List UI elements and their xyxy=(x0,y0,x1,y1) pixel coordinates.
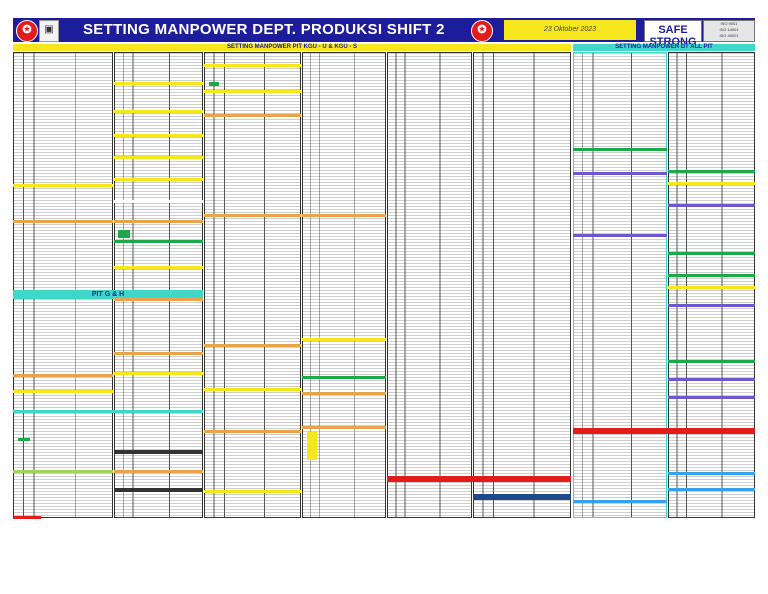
group-band xyxy=(204,64,301,67)
group-band xyxy=(118,230,130,238)
group-band xyxy=(573,148,667,151)
group-band xyxy=(13,516,41,519)
group-band xyxy=(204,388,301,391)
group-band xyxy=(204,430,301,433)
group-band xyxy=(114,220,203,223)
group-band xyxy=(204,344,301,347)
group-band xyxy=(204,214,301,217)
group-band xyxy=(668,472,755,475)
group-band xyxy=(307,432,317,460)
table-column xyxy=(668,52,755,518)
group-band xyxy=(204,90,301,93)
group-band xyxy=(573,172,667,175)
group-band xyxy=(114,134,203,137)
company-crest-icon: ▣ xyxy=(39,20,59,42)
group-band xyxy=(668,304,755,307)
group-band xyxy=(573,234,667,237)
table-column xyxy=(573,52,667,518)
group-band xyxy=(668,204,755,207)
group-band xyxy=(668,170,755,173)
group-band xyxy=(204,490,301,493)
table-column xyxy=(387,52,472,518)
group-band xyxy=(114,156,203,159)
section-title-pit-kgu: SETTING MANPOWER PIT KGU - U & KGU - S xyxy=(13,44,571,51)
group-band xyxy=(302,376,386,379)
group-band xyxy=(13,220,113,223)
group-band xyxy=(302,426,386,429)
group-band xyxy=(114,488,203,492)
group-band xyxy=(668,182,755,185)
table-column xyxy=(204,52,301,518)
safe-strong-logo: SAFE STRONG xyxy=(644,20,702,48)
section-title-dt-all-pit: SETTING MANPOWER DT ALL PIT xyxy=(573,44,755,51)
hse-badge-icon: ✪ xyxy=(471,20,493,42)
group-band xyxy=(204,114,301,117)
hse-badge-icon: ✪ xyxy=(16,20,38,42)
group-band xyxy=(114,470,203,473)
manpower-sheet: ✪ ▣ SETTING MANPOWER DEPT. PRODUKSI SHIF… xyxy=(13,18,755,520)
group-band xyxy=(668,274,755,277)
group-band xyxy=(114,372,203,375)
table-column xyxy=(114,52,203,518)
group-band xyxy=(13,374,113,377)
group-band xyxy=(114,352,203,355)
group-band xyxy=(13,470,113,473)
group-band xyxy=(668,286,755,289)
group-band xyxy=(668,488,755,491)
group-band xyxy=(573,428,755,434)
group-band xyxy=(302,338,386,341)
report-date: 23 Oktober 2023 xyxy=(504,20,636,40)
group-band xyxy=(573,500,667,503)
group-band xyxy=(302,392,386,395)
group-band xyxy=(114,266,203,269)
iso-badge: ISO 45001 xyxy=(719,33,739,38)
group-band xyxy=(473,494,571,500)
group-band xyxy=(114,298,203,301)
group-band xyxy=(114,200,203,203)
group-band xyxy=(114,450,203,454)
header-banner: ✪ ▣ SETTING MANPOWER DEPT. PRODUKSI SHIF… xyxy=(13,18,755,48)
table-column xyxy=(13,52,113,518)
group-band xyxy=(302,214,386,217)
iso-badges: ISO 9001 ISO 14001 ISO 45001 xyxy=(703,20,755,42)
table-column xyxy=(473,52,571,518)
group-band xyxy=(668,252,755,255)
group-band xyxy=(209,82,219,86)
group-band xyxy=(668,360,755,363)
group-band xyxy=(114,82,203,85)
group-band xyxy=(18,438,30,441)
group-band xyxy=(114,178,203,181)
page-title: SETTING MANPOWER DEPT. PRODUKSI SHIFT 2 xyxy=(83,21,445,38)
group-band xyxy=(114,240,203,243)
group-band xyxy=(114,110,203,113)
group-band xyxy=(668,378,755,381)
group-band xyxy=(13,410,203,413)
group-band xyxy=(668,396,755,399)
group-band xyxy=(13,184,113,187)
group-band xyxy=(13,390,113,393)
group-band xyxy=(387,476,571,482)
